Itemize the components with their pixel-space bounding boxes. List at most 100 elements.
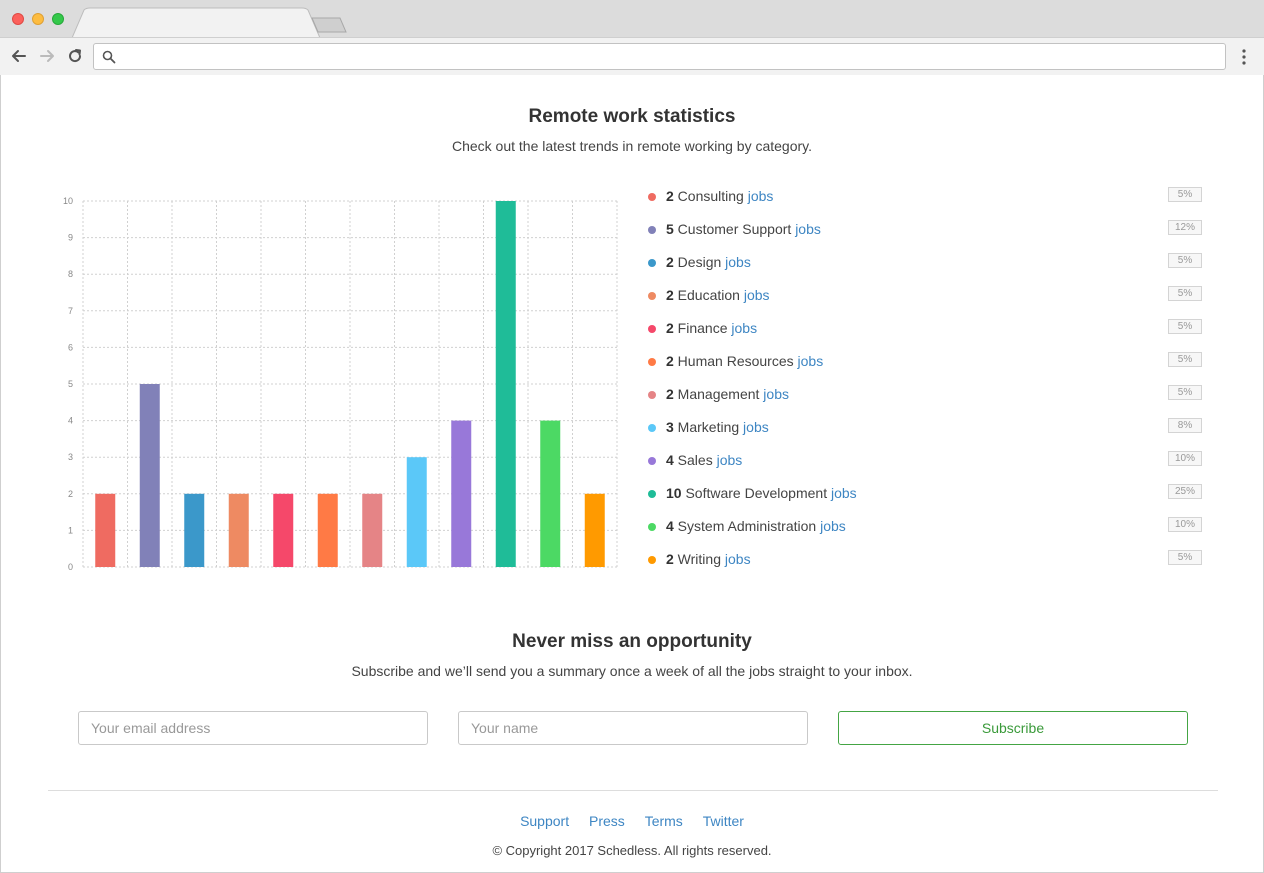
legend-text: 2 Finance jobs: [666, 320, 757, 336]
jobs-link[interactable]: jobs: [831, 485, 857, 501]
subscribe-button[interactable]: Subscribe: [838, 711, 1188, 745]
legend-item: 2 Finance jobs 5%: [648, 318, 1208, 351]
legend-dot: [648, 226, 656, 234]
legend-dot: [648, 457, 656, 465]
percent-badge: 5%: [1168, 319, 1202, 334]
address-bar[interactable]: [93, 43, 1226, 70]
bar-software-development: [495, 201, 516, 567]
legend-text: 2 Design jobs: [666, 254, 751, 270]
category-name: Sales: [673, 452, 717, 468]
new-tab-button[interactable]: [311, 17, 347, 33]
legend-item: 2 Design jobs 5%: [648, 252, 1208, 285]
legend-item: 5 Customer Support jobs 12%: [648, 219, 1208, 252]
legend-dot: [648, 292, 656, 300]
legend-text: 3 Marketing jobs: [666, 419, 769, 435]
category-name: Design: [673, 254, 726, 270]
category-name: Marketing: [673, 419, 744, 435]
bar-management: [362, 493, 383, 567]
legend-item: 2 Management jobs 5%: [648, 384, 1208, 417]
legend-item: 2 Consulting jobs 5%: [648, 186, 1208, 219]
jobs-link[interactable]: jobs: [731, 320, 757, 336]
email-field[interactable]: [78, 711, 428, 745]
jobs-link[interactable]: jobs: [820, 518, 846, 534]
jobs-link[interactable]: jobs: [725, 551, 751, 567]
bar-writing: [584, 493, 605, 567]
subscribe-title: Never miss an opportunity: [512, 631, 752, 652]
legend-text: 2 Consulting jobs: [666, 188, 773, 204]
footer-link-press[interactable]: Press: [589, 813, 625, 829]
y-tick-label: 10: [63, 196, 73, 206]
jobs-link[interactable]: jobs: [717, 452, 743, 468]
legend-dot: [648, 358, 656, 366]
bar-finance: [273, 493, 294, 567]
percent-badge: 12%: [1168, 220, 1202, 235]
jobs-link[interactable]: jobs: [763, 386, 789, 402]
y-tick-label: 4: [68, 416, 73, 426]
footer-divider: [48, 790, 1218, 791]
y-tick-label: 2: [68, 489, 73, 499]
percent-badge: 5%: [1168, 187, 1202, 202]
jobs-link[interactable]: jobs: [725, 254, 751, 270]
bar-chart: 0 1 2 3 4 5 6 7 8 9 10: [63, 196, 618, 572]
legend-dot: [648, 556, 656, 564]
footer-link-terms[interactable]: Terms: [645, 813, 683, 829]
percent-badge: 5%: [1168, 286, 1202, 301]
legend-text: 2 Writing jobs: [666, 551, 751, 567]
active-tab[interactable]: [71, 7, 321, 38]
minimize-window-button[interactable]: [32, 13, 44, 25]
y-tick-label: 7: [68, 306, 73, 316]
bar-design: [184, 493, 205, 567]
reload-icon[interactable]: [66, 47, 84, 65]
legend-item: 4 System Administration jobs 10%: [648, 516, 1208, 549]
stats-title: Remote work statistics: [528, 106, 736, 127]
jobs-link[interactable]: jobs: [795, 221, 821, 237]
percent-badge: 10%: [1168, 517, 1202, 532]
legend-dot: [648, 391, 656, 399]
bar-system-administration: [540, 420, 561, 567]
footer-link-support[interactable]: Support: [520, 813, 569, 829]
legend-text: 5 Customer Support jobs: [666, 221, 821, 237]
menu-dots-icon[interactable]: [1237, 48, 1251, 66]
legend-dot: [648, 490, 656, 498]
copyright: © Copyright 2017 Schedless. All rights r…: [492, 843, 772, 858]
legend-dot: [648, 523, 656, 531]
jobs-link[interactable]: jobs: [744, 287, 770, 303]
legend-text: 2 Education jobs: [666, 287, 770, 303]
category-name: Writing: [673, 551, 725, 567]
job-count: 5: [666, 221, 674, 237]
legend-text: 10 Software Development jobs: [666, 485, 857, 501]
browser-toolbar: [0, 37, 1264, 75]
close-window-button[interactable]: [12, 13, 24, 25]
legend-text: 2 Management jobs: [666, 386, 789, 402]
percent-badge: 5%: [1168, 385, 1202, 400]
footer-link-twitter[interactable]: Twitter: [703, 813, 744, 829]
y-tick-label: 1: [68, 525, 73, 535]
jobs-link[interactable]: jobs: [743, 419, 769, 435]
bar-marketing: [406, 457, 427, 567]
job-count: 3: [666, 419, 674, 435]
category-legend: 2 Consulting jobs 5% 5 Customer Support jo…: [648, 186, 1208, 582]
back-arrow-icon[interactable]: [10, 47, 28, 65]
legend-text: 4 System Administration jobs: [666, 518, 846, 534]
category-name: Customer Support: [673, 221, 796, 237]
jobs-link[interactable]: jobs: [798, 353, 824, 369]
legend-dot: [648, 259, 656, 267]
legend-dot: [648, 193, 656, 201]
y-tick-label: 5: [68, 379, 73, 389]
jobs-link[interactable]: jobs: [748, 188, 774, 204]
footer-links: Support Press Terms Twitter: [0, 813, 1264, 829]
percent-badge: 8%: [1168, 418, 1202, 433]
job-count: 2: [666, 320, 674, 336]
legend-item: 2 Writing jobs 5%: [648, 549, 1208, 582]
bar-sales: [451, 420, 472, 567]
name-field[interactable]: [458, 711, 808, 745]
percent-badge: 5%: [1168, 550, 1202, 565]
forward-arrow-icon[interactable]: [38, 47, 56, 65]
y-tick-label: 0: [68, 562, 73, 572]
maximize-window-button[interactable]: [52, 13, 64, 25]
percent-badge: 5%: [1168, 253, 1202, 268]
job-count: 4: [666, 518, 674, 534]
search-icon: [102, 50, 116, 64]
stats-subtitle: Check out the latest trends in remote wo…: [451, 138, 813, 154]
bar-customer-support: [139, 384, 160, 567]
